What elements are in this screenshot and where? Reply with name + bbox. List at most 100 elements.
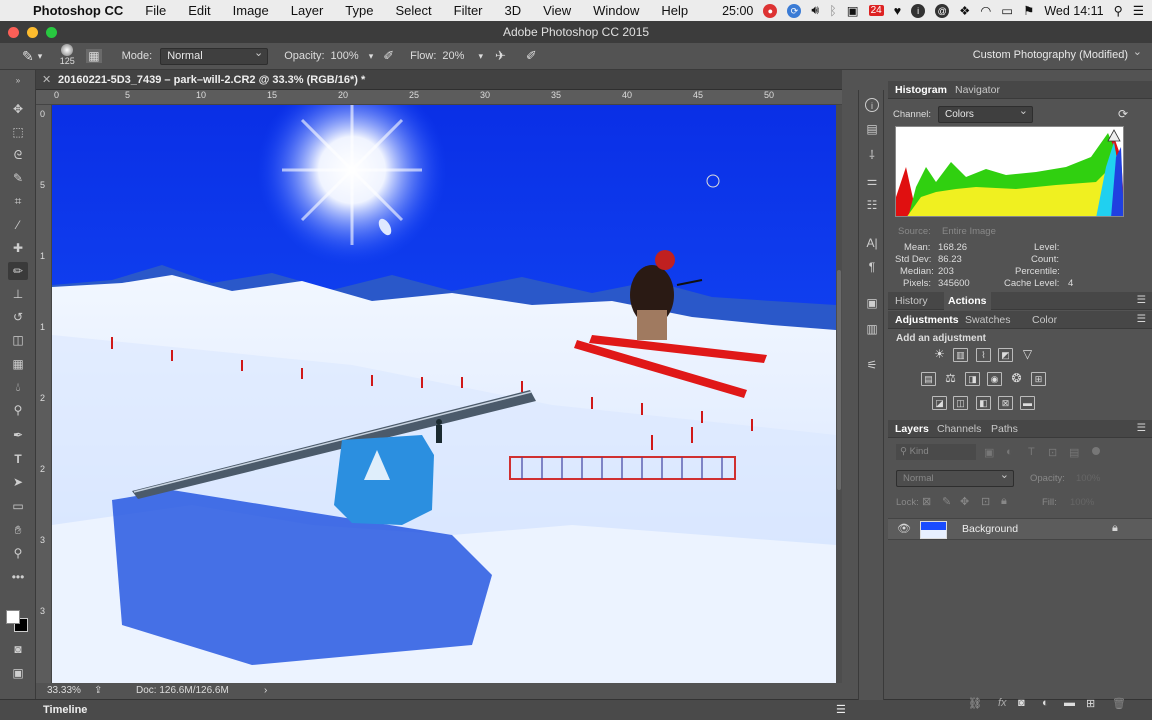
airbrush-icon[interactable]: ✈ bbox=[495, 48, 506, 64]
crop-tool-icon[interactable]: ⌗ bbox=[8, 192, 28, 210]
lock-pixels-icon[interactable]: ✎ bbox=[942, 495, 951, 508]
libraries-icon[interactable]: ▥ bbox=[865, 322, 879, 336]
flag-icon[interactable]: ⚑ bbox=[1023, 3, 1034, 18]
channel-mixer-icon[interactable]: ❂ bbox=[1009, 372, 1024, 386]
filter-adjustment-icon[interactable]: ◐ bbox=[1006, 446, 1013, 458]
spiral-icon[interactable]: @ bbox=[935, 3, 950, 18]
menu-3d[interactable]: 3D bbox=[494, 3, 533, 18]
calendar-icon[interactable]: 24 bbox=[868, 5, 884, 16]
posterize-icon[interactable]: ◫ bbox=[953, 396, 968, 410]
tab-color[interactable]: Color bbox=[1032, 311, 1057, 329]
new-group-icon[interactable]: ▬ bbox=[1064, 697, 1075, 709]
menu-filter[interactable]: Filter bbox=[443, 3, 494, 18]
character-panel-icon[interactable]: A| bbox=[865, 236, 879, 250]
heart-icon[interactable]: ♥ bbox=[894, 4, 901, 18]
document-tab[interactable]: ✕ 20160221-5D3_7439 – park–will-2.CR2 @ … bbox=[36, 70, 842, 90]
pressure-opacity-icon[interactable]: ✐ bbox=[383, 48, 394, 64]
workspace-select[interactable]: Custom Photography (Modified) bbox=[958, 45, 1146, 65]
layer-comps-icon[interactable]: ☷ bbox=[865, 198, 879, 212]
history-panel-menu-icon[interactable]: ☰ bbox=[1137, 294, 1146, 306]
paragraph-panel-icon[interactable]: ¶ bbox=[865, 260, 879, 274]
path-selection-tool-icon[interactable]: ➤ bbox=[8, 473, 28, 491]
zoom-tool-icon[interactable]: ⚲ bbox=[8, 544, 28, 562]
hand-tool-icon[interactable]: ✋︎ bbox=[8, 521, 28, 539]
fill-value[interactable]: 100% bbox=[1070, 497, 1094, 508]
filter-pixel-icon[interactable]: ▣ bbox=[984, 446, 994, 459]
tab-actions[interactable]: Actions bbox=[944, 292, 991, 310]
screen-icon[interactable]: ▣ bbox=[847, 3, 859, 18]
flow-value[interactable]: 20% bbox=[442, 50, 464, 62]
visibility-eye-icon[interactable]: 👁︎ bbox=[897, 522, 911, 535]
menu-help[interactable]: Help bbox=[650, 3, 699, 18]
minimize-window-icon[interactable] bbox=[27, 27, 38, 38]
tab-channels[interactable]: Channels bbox=[937, 420, 981, 438]
black-white-icon[interactable]: ◨ bbox=[965, 372, 980, 386]
brush-presets-icon[interactable]: ⸸ bbox=[865, 148, 879, 162]
collapse-toolbar-icon[interactable]: » bbox=[8, 72, 28, 90]
type-tool-icon[interactable]: T bbox=[8, 450, 28, 468]
curves-icon[interactable]: ⌇ bbox=[976, 348, 991, 362]
tab-adjustments[interactable]: Adjustments bbox=[895, 311, 959, 329]
tab-paths[interactable]: Paths bbox=[991, 420, 1018, 438]
info-panel-icon[interactable]: i bbox=[865, 98, 879, 112]
menu-image[interactable]: Image bbox=[222, 3, 280, 18]
layer-blend-mode-select[interactable]: Normal bbox=[896, 468, 1014, 487]
clone-source-icon[interactable]: ▣ bbox=[865, 296, 879, 310]
status-menu-chevron-icon[interactable]: › bbox=[264, 683, 267, 699]
brush-tool-icon[interactable]: ✏ bbox=[8, 262, 28, 280]
exposure-icon[interactable]: ◩ bbox=[998, 348, 1013, 362]
move-tool-icon[interactable]: ✥ bbox=[8, 100, 28, 118]
tomato-icon[interactable]: ● bbox=[763, 3, 778, 18]
menu-layer[interactable]: Layer bbox=[280, 3, 335, 18]
add-mask-icon[interactable]: ◙ bbox=[1018, 697, 1025, 709]
new-layer-icon[interactable]: ⊞ bbox=[1086, 697, 1095, 710]
filter-type-icon[interactable]: T bbox=[1028, 446, 1035, 458]
lock-position-icon[interactable]: ✥ bbox=[960, 495, 969, 508]
filter-shape-icon[interactable]: ⊡ bbox=[1048, 446, 1057, 459]
threshold-icon[interactable]: ◧ bbox=[976, 396, 991, 410]
tool-presets-icon[interactable]: ⚌ bbox=[865, 174, 879, 188]
menu-select[interactable]: Select bbox=[384, 3, 442, 18]
3d-panel-icon[interactable]: ⚟ bbox=[865, 358, 879, 372]
flow-chevron-icon[interactable]: ▾ bbox=[478, 51, 483, 62]
app-menu[interactable]: Photoshop CC bbox=[22, 3, 134, 18]
sync-icon[interactable]: ⟳ bbox=[787, 3, 802, 18]
blur-tool-icon[interactable]: 💧︎ bbox=[8, 378, 28, 396]
clone-stamp-tool-icon[interactable]: ⊥ bbox=[8, 285, 28, 303]
tab-layers[interactable]: Layers bbox=[895, 420, 929, 438]
zoom-window-icon[interactable] bbox=[46, 27, 57, 38]
quick-selection-tool-icon[interactable]: ✎ bbox=[8, 169, 28, 187]
menu-window[interactable]: Window bbox=[582, 3, 650, 18]
close-window-icon[interactable] bbox=[8, 27, 19, 38]
properties-panel-icon[interactable]: ▤ bbox=[865, 122, 879, 136]
wifi-icon[interactable]: ◠ bbox=[980, 3, 991, 18]
dodge-tool-icon[interactable]: ⚲ bbox=[8, 401, 28, 419]
selective-color-icon[interactable]: ⊠ bbox=[998, 396, 1013, 410]
lock-transparent-icon[interactable]: ⊠ bbox=[922, 495, 931, 508]
menu-file[interactable]: File bbox=[134, 3, 177, 18]
layers-panel-menu-icon[interactable]: ☰ bbox=[1137, 422, 1146, 434]
refresh-histogram-icon[interactable]: ⟳ bbox=[1118, 107, 1128, 121]
tab-swatches[interactable]: Swatches bbox=[965, 311, 1011, 329]
bluetooth-icon[interactable]: ᛒ bbox=[829, 4, 837, 18]
layer-row[interactable]: 👁︎ Background 🔒︎ bbox=[888, 518, 1152, 540]
timeline-menu-icon[interactable]: ☰ bbox=[836, 700, 846, 720]
timeline-tab[interactable]: Timeline bbox=[43, 700, 87, 720]
brightness-contrast-icon[interactable]: ☀ bbox=[932, 348, 947, 362]
layer-opacity-value[interactable]: 100% bbox=[1076, 473, 1100, 484]
eraser-tool-icon[interactable]: ◫ bbox=[8, 331, 28, 349]
canvas-scroll-thumb[interactable] bbox=[837, 270, 841, 490]
hue-saturation-icon[interactable]: ▤ bbox=[921, 372, 936, 386]
brush-tool-icon[interactable]: ✎ bbox=[22, 48, 34, 65]
quick-mask-icon[interactable]: ◙ bbox=[8, 640, 28, 658]
screen-mode-icon[interactable]: ▣ bbox=[8, 664, 28, 682]
tool-preset-chevron-icon[interactable]: ▾ bbox=[38, 51, 43, 62]
opacity-chevron-icon[interactable]: ▾ bbox=[369, 51, 374, 62]
levels-icon[interactable]: ▥ bbox=[953, 348, 968, 362]
invert-icon[interactable]: ◪ bbox=[932, 396, 947, 410]
lasso-tool-icon[interactable]: ᘓ bbox=[8, 146, 28, 164]
clock-text[interactable]: Wed 14:11 bbox=[1044, 4, 1103, 18]
zoom-level[interactable]: 33.33% bbox=[47, 683, 81, 699]
marquee-tool-icon[interactable]: ⬚ bbox=[8, 123, 28, 141]
mode-select[interactable]: Normal bbox=[160, 46, 269, 65]
